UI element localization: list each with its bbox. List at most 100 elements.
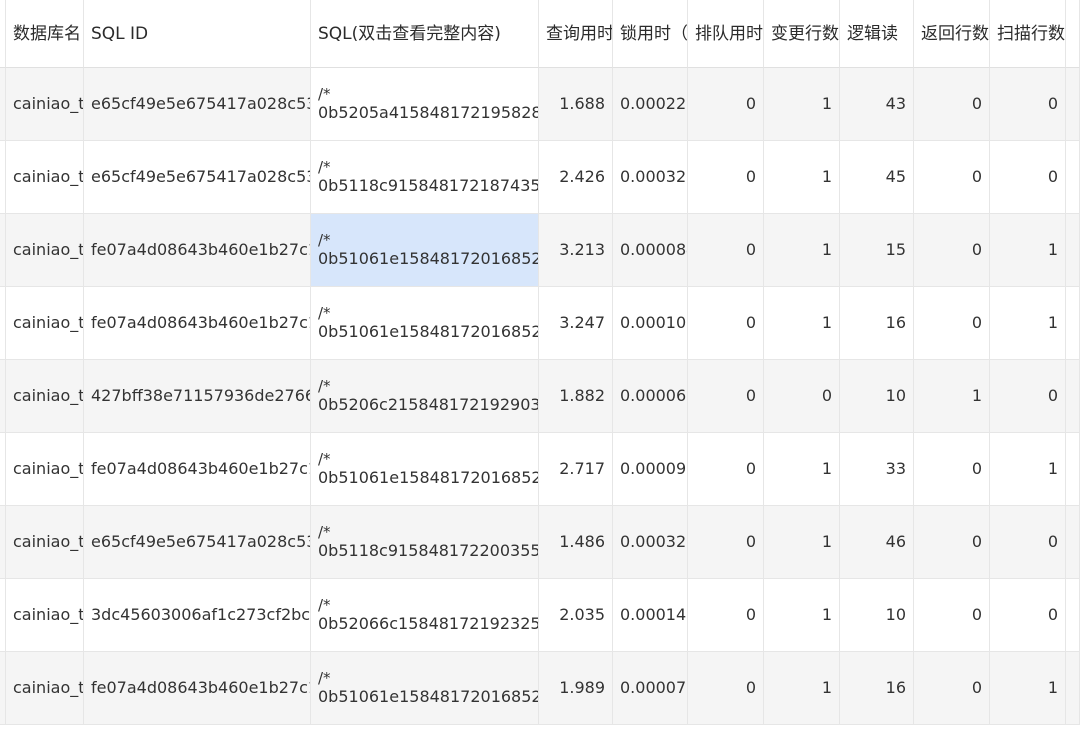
cell-lock-time[interactable]: 0.000147 [613,579,688,652]
cell-rows-changed[interactable]: 1 [764,287,840,360]
cell-sql-id[interactable]: e65cf49e5e675417a028c53b [84,68,311,141]
cell-rows-changed[interactable]: 1 [764,579,840,652]
cell-rows-returned[interactable]: 0 [914,579,990,652]
cell-query-time[interactable]: 1.882 [539,360,613,433]
cell-queue-time[interactable]: 0 [688,287,764,360]
header-lock-time[interactable]: 锁用时（ [613,0,688,68]
cell-db-name[interactable]: cainiao_t [6,68,84,141]
cell-lock-time[interactable]: 0.000093 [613,433,688,506]
header-rows-returned[interactable]: 返回行数 [914,0,990,68]
cell-db-name[interactable]: cainiao_t [6,287,84,360]
cell-lock-time[interactable]: 0.000075 [613,652,688,725]
cell-db-name[interactable]: cainiao_t [6,652,84,725]
cell-query-time[interactable]: 1.989 [539,652,613,725]
cell-sql-id[interactable]: fe07a4d08643b460e1b27c1e [84,287,311,360]
cell-sql-text[interactable]: /* 0b51061e158481720168526 [311,287,539,360]
cell-lock-time[interactable]: 0.000227 [613,68,688,141]
cell-rows-scanned[interactable]: 0 [990,506,1066,579]
cell-query-time[interactable]: 1.688 [539,68,613,141]
cell-rows-returned[interactable]: 0 [914,68,990,141]
cell-sql-id[interactable]: e65cf49e5e675417a028c53b [84,141,311,214]
cell-logical-reads[interactable]: 45 [840,141,914,214]
cell-logical-reads[interactable]: 33 [840,433,914,506]
cell-rows-scanned[interactable]: 1 [990,652,1066,725]
cell-sql-text[interactable]: /* 0b5206c2158481721929030 [311,360,539,433]
cell-query-time[interactable]: 2.035 [539,579,613,652]
header-query-time[interactable]: 查询用时 [539,0,613,68]
header-queue-time[interactable]: 排队用时 [688,0,764,68]
cell-sql-text[interactable]: /* 0b51061e158481720168526 [311,214,539,287]
cell-db-name[interactable]: cainiao_t [6,141,84,214]
cell-sql-text[interactable]: /* 0b51061e158481720168526 [311,433,539,506]
cell-sql-text[interactable]: /* 0b51061e158481720168526 [311,652,539,725]
cell-sql-text[interactable]: /* 0b52066c158481721923259 [311,579,539,652]
cell-rows-returned[interactable]: 0 [914,433,990,506]
cell-rows-changed[interactable]: 1 [764,141,840,214]
cell-rows-scanned[interactable]: 0 [990,360,1066,433]
cell-logical-reads[interactable]: 46 [840,506,914,579]
cell-db-name[interactable]: cainiao_t [6,360,84,433]
cell-lock-time[interactable]: 0.000327 [613,141,688,214]
cell-rows-returned[interactable]: 0 [914,652,990,725]
header-rows-changed[interactable]: 变更行数 [764,0,840,68]
cell-lock-time[interactable]: 0.000084 [613,214,688,287]
cell-sql-id[interactable]: 3dc45603006af1c273cf2bcc8 [84,579,311,652]
cell-queue-time[interactable]: 0 [688,652,764,725]
cell-query-time[interactable]: 3.247 [539,287,613,360]
cell-sql-id[interactable]: 427bff38e71157936de27669 [84,360,311,433]
cell-db-name[interactable]: cainiao_t [6,214,84,287]
cell-lock-time[interactable]: 0.000108 [613,287,688,360]
cell-logical-reads[interactable]: 43 [840,68,914,141]
cell-logical-reads[interactable]: 10 [840,360,914,433]
cell-query-time[interactable]: 2.717 [539,433,613,506]
header-db-name[interactable]: 数据库名 [6,0,84,68]
cell-query-time[interactable]: 1.486 [539,506,613,579]
cell-rows-returned[interactable]: 0 [914,141,990,214]
cell-lock-time[interactable]: 0.000323 [613,506,688,579]
cell-rows-changed[interactable]: 1 [764,68,840,141]
cell-rows-returned[interactable]: 1 [914,360,990,433]
cell-queue-time[interactable]: 0 [688,141,764,214]
cell-query-time[interactable]: 2.426 [539,141,613,214]
cell-rows-scanned[interactable]: 1 [990,433,1066,506]
cell-logical-reads[interactable]: 16 [840,652,914,725]
cell-rows-scanned[interactable]: 0 [990,579,1066,652]
cell-lock-time[interactable]: 0.000062 [613,360,688,433]
cell-rows-changed[interactable]: 1 [764,506,840,579]
cell-rows-changed[interactable]: 1 [764,433,840,506]
cell-logical-reads[interactable]: 10 [840,579,914,652]
cell-sql-text[interactable]: /* 0b5118c9158481722003552 [311,506,539,579]
cell-queue-time[interactable]: 0 [688,506,764,579]
cell-sql-id[interactable]: fe07a4d08643b460e1b27c1e [84,433,311,506]
cell-sql-text[interactable]: /* 0b5205a4158481721958286 [311,68,539,141]
cell-db-name[interactable]: cainiao_t [6,506,84,579]
cell-rows-scanned[interactable]: 1 [990,214,1066,287]
cell-rows-changed[interactable]: 1 [764,652,840,725]
cell-sql-id[interactable]: fe07a4d08643b460e1b27c1e [84,214,311,287]
cell-db-name[interactable]: cainiao_t [6,579,84,652]
cell-rows-returned[interactable]: 0 [914,287,990,360]
cell-sql-text[interactable]: /* 0b5118c9158481721874352 [311,141,539,214]
cell-rows-scanned[interactable]: 1 [990,287,1066,360]
cell-queue-time[interactable]: 0 [688,360,764,433]
cell-rows-scanned[interactable]: 0 [990,141,1066,214]
header-sql-id[interactable]: SQL ID [84,0,311,68]
cell-rows-scanned[interactable]: 0 [990,68,1066,141]
header-logical-reads[interactable]: 逻辑读 [840,0,914,68]
cell-query-time[interactable]: 3.213 [539,214,613,287]
cell-rows-returned[interactable]: 0 [914,214,990,287]
cell-queue-time[interactable]: 0 [688,214,764,287]
header-rows-scanned[interactable]: 扫描行数 [990,0,1066,68]
cell-queue-time[interactable]: 0 [688,579,764,652]
cell-logical-reads[interactable]: 16 [840,287,914,360]
cell-sql-id[interactable]: fe07a4d08643b460e1b27c1e [84,652,311,725]
cell-sql-id[interactable]: e65cf49e5e675417a028c53b [84,506,311,579]
cell-rows-changed[interactable]: 1 [764,214,840,287]
cell-db-name[interactable]: cainiao_t [6,433,84,506]
cell-queue-time[interactable]: 0 [688,433,764,506]
cell-logical-reads[interactable]: 15 [840,214,914,287]
cell-queue-time[interactable]: 0 [688,68,764,141]
cell-rows-returned[interactable]: 0 [914,506,990,579]
cell-rows-changed[interactable]: 0 [764,360,840,433]
header-sql-text[interactable]: SQL(双击查看完整内容) [311,0,539,68]
